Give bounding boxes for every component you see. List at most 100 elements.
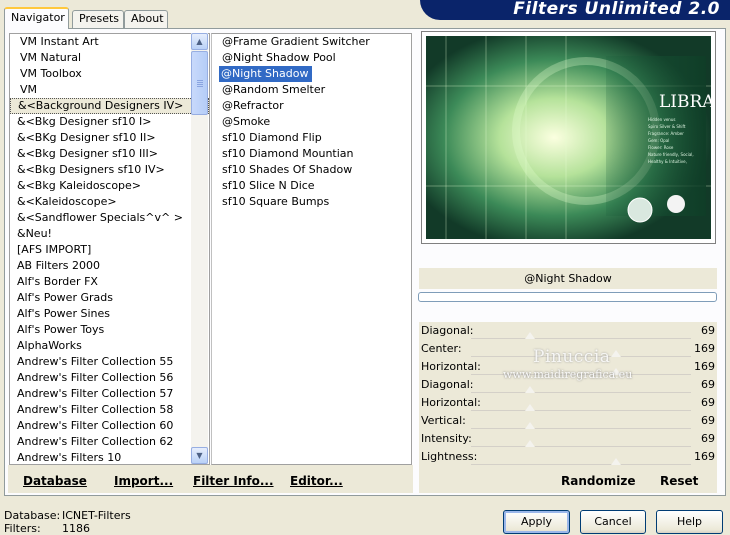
randomize-button[interactable]: Randomize: [561, 474, 635, 488]
tab-about[interactable]: About: [124, 10, 168, 28]
filter-preview: LIBRA Hidden venus Spiro Silver & Shift Fr…: [421, 31, 716, 244]
category-item[interactable]: &<Sandflower Specials^v^ >: [10, 210, 209, 226]
category-item[interactable]: &<BKg Designer sf10 II>: [10, 130, 209, 146]
param-value: 69: [701, 414, 715, 427]
param-slider-thumb[interactable]: [611, 458, 622, 465]
status-filters-label: Filters:: [4, 522, 41, 535]
watermark-name: Pinuccia: [533, 347, 611, 367]
param-value: 69: [701, 378, 715, 391]
param-slider-thumb[interactable]: [525, 422, 536, 429]
filter-item[interactable]: @Night Shadow: [212, 66, 411, 82]
param-slider-track[interactable]: [471, 428, 691, 429]
filter-item-selected[interactable]: @Night Shadow: [219, 66, 313, 82]
category-item[interactable]: Andrew's Filters 10: [10, 450, 209, 464]
param-value: 69: [701, 432, 715, 445]
scroll-thumb[interactable]: [191, 51, 208, 115]
category-item[interactable]: &<Bkg Designers sf10 IV>: [10, 162, 209, 178]
category-item[interactable]: Alf's Power Grads: [10, 290, 209, 306]
reset-button[interactable]: Reset: [660, 474, 698, 488]
param-slider-thumb[interactable]: [525, 404, 536, 411]
category-item[interactable]: &<Bkg Designer sf10 III>: [10, 146, 209, 162]
category-item[interactable]: VM: [10, 82, 209, 98]
category-item[interactable]: &Neu!: [10, 226, 209, 242]
category-item[interactable]: AlphaWorks: [10, 338, 209, 354]
param-slider-thumb[interactable]: [611, 350, 622, 357]
help-button[interactable]: Help: [656, 510, 723, 534]
param-label: Lightness:: [421, 450, 478, 463]
filter-item[interactable]: @Night Shadow Pool: [212, 50, 411, 66]
param-label: Horizontal:: [421, 396, 481, 409]
filter-list: @Frame Gradient Switcher @Night Shadow Po…: [211, 33, 412, 465]
param-label: Diagonal:: [421, 378, 474, 391]
param-row: Horizontal: 69: [419, 394, 717, 412]
app-title-banner: Filters Unlimited 2.0: [420, 0, 730, 20]
tab-presets[interactable]: Presets: [72, 10, 124, 28]
status-database: Database: ICNET-Filters: [4, 509, 131, 522]
filter-item[interactable]: @Smoke: [212, 114, 411, 130]
category-item[interactable]: Alf's Border FX: [10, 274, 209, 290]
scroll-up-icon[interactable]: ▲: [191, 33, 208, 50]
category-item[interactable]: VM Instant Art: [10, 34, 209, 50]
filter-item[interactable]: @Refractor: [212, 98, 411, 114]
filter-item[interactable]: sf10 Diamond Mountian: [212, 146, 411, 162]
scroll-down-icon[interactable]: ▼: [191, 447, 208, 464]
tab-navigator[interactable]: Navigator: [4, 7, 69, 29]
param-slider-track[interactable]: [471, 410, 691, 411]
left-action-bar: Database Import... Filter Info... Editor…: [8, 465, 413, 493]
filter-item[interactable]: @Random Smelter: [212, 82, 411, 98]
preview-title: LIBRA: [659, 92, 711, 112]
category-item[interactable]: Andrew's Filter Collection 62: [10, 434, 209, 450]
param-slider-track[interactable]: [471, 446, 691, 447]
param-slider-thumb[interactable]: [525, 332, 536, 339]
parameter-sliders: Diagonal: 69 Center: 169 Horizontal: 169 Diago…: [419, 322, 717, 466]
preview-caption-line: Fragrance: Amber: [648, 131, 684, 136]
param-row: Vertical: 69: [419, 412, 717, 430]
import-button[interactable]: Import...: [114, 474, 173, 488]
preview-caption: Hidden venus Spiro Silver & Shift Fragranc…: [648, 116, 694, 165]
param-label: Horizontal:: [421, 360, 481, 373]
param-slider-track[interactable]: [471, 338, 691, 339]
param-label: Diagonal:: [421, 324, 474, 337]
category-item[interactable]: VM Natural: [10, 50, 209, 66]
param-slider-thumb[interactable]: [525, 440, 536, 447]
param-row: Diagonal: 69: [419, 322, 717, 340]
category-scrollbar[interactable]: ▲ ▼: [191, 33, 208, 464]
param-value: 69: [701, 396, 715, 409]
status-db-value: ICNET-Filters: [62, 509, 131, 522]
watermark-site: www.maidiregrafica.eu: [503, 368, 633, 381]
category-item[interactable]: AB Filters 2000: [10, 258, 209, 274]
filter-item[interactable]: sf10 Diamond Flip: [212, 130, 411, 146]
category-item[interactable]: Alf's Power Sines: [10, 306, 209, 322]
category-item[interactable]: &<Bkg Kaleidoscope>: [10, 178, 209, 194]
preview-caption-line: Hidden venus: [648, 117, 676, 122]
param-row: Intensity: 69: [419, 430, 717, 448]
cancel-button[interactable]: Cancel: [580, 510, 646, 534]
category-item[interactable]: &<Background Designers IV>: [10, 98, 209, 114]
category-item[interactable]: Andrew's Filter Collection 57: [10, 386, 209, 402]
filter-item[interactable]: sf10 Slice N Dice: [212, 178, 411, 194]
category-item[interactable]: [AFS IMPORT]: [10, 242, 209, 258]
filter-item[interactable]: sf10 Shades Of Shadow: [212, 162, 411, 178]
category-item[interactable]: &<Kaleidoscope>: [10, 194, 209, 210]
category-items: VM Instant Art VM Natural VM Toolbox VM &<Ba…: [10, 34, 209, 464]
filter-item[interactable]: @Frame Gradient Switcher: [212, 34, 411, 50]
category-item[interactable]: Andrew's Filter Collection 60: [10, 418, 209, 434]
filter-item[interactable]: sf10 Square Bumps: [212, 194, 411, 210]
filter-info-button[interactable]: Filter Info...: [193, 474, 274, 488]
editor-button[interactable]: Editor...: [290, 474, 343, 488]
database-button[interactable]: Database: [23, 474, 87, 488]
category-item[interactable]: &<Bkg Designer sf10 I>: [10, 114, 209, 130]
param-slider-track[interactable]: [471, 392, 691, 393]
category-item[interactable]: Andrew's Filter Collection 58: [10, 402, 209, 418]
category-item[interactable]: VM Toolbox: [10, 66, 209, 82]
status-filters-value: 1186: [62, 522, 90, 535]
preview-caption-line: Healthy & Intuitive,: [648, 159, 687, 164]
category-item[interactable]: Andrew's Filter Collection 55: [10, 354, 209, 370]
param-value: 69: [701, 324, 715, 337]
param-slider-thumb[interactable]: [525, 386, 536, 393]
filter-items: @Frame Gradient Switcher @Night Shadow Po…: [212, 34, 411, 210]
status-filters: Filters: 1186: [4, 522, 90, 535]
apply-button[interactable]: Apply: [503, 510, 570, 534]
category-item[interactable]: Alf's Power Toys: [10, 322, 209, 338]
category-item[interactable]: Andrew's Filter Collection 56: [10, 370, 209, 386]
